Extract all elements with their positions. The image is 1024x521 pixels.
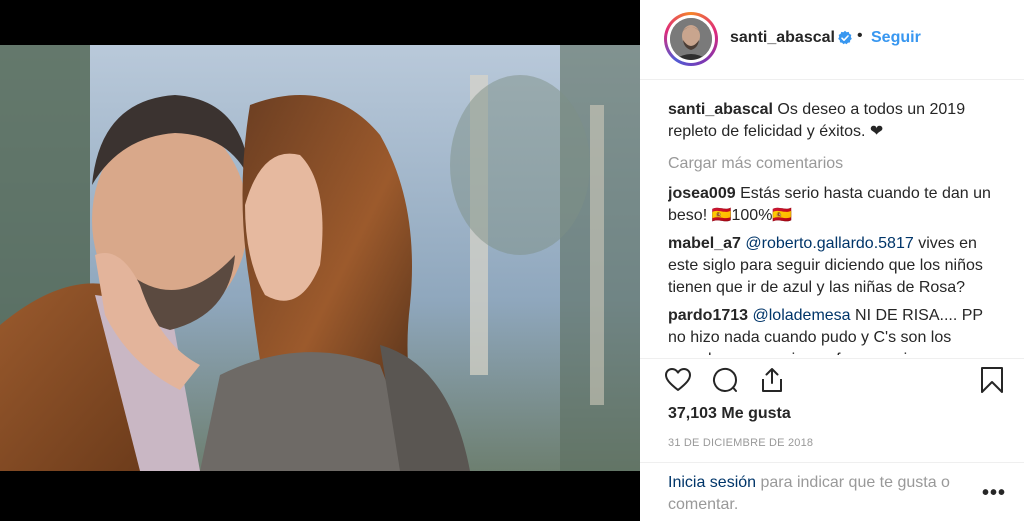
follow-button[interactable]: Seguir [871, 29, 921, 47]
comment-username[interactable]: pardo1713 [668, 307, 748, 324]
post-side-panel: santi_abascal • Seguir santi_abascal Os … [640, 0, 1024, 521]
bookmark-icon [981, 367, 1003, 393]
caption-username[interactable]: santi_abascal [668, 101, 773, 118]
save-button[interactable] [978, 366, 1010, 398]
login-prompt: Inicia sesión para indicar que te gusta … [668, 472, 968, 516]
verified-badge-icon [837, 30, 853, 46]
footer-divider [640, 462, 1024, 463]
login-link[interactable]: Inicia sesión [668, 474, 756, 491]
comment-mention[interactable]: @lolademesa [753, 307, 851, 324]
post-photo[interactable] [0, 45, 640, 471]
like-button[interactable] [664, 366, 696, 398]
heart-icon [665, 368, 691, 391]
avatar[interactable] [670, 18, 712, 60]
post-actions-bar [664, 366, 1010, 398]
more-options-button[interactable]: ••• [982, 482, 1006, 505]
load-more-comments-button[interactable]: Cargar más comentarios [668, 153, 1004, 175]
comment-item: josea009 Estás serio hasta cuando te dan… [668, 183, 1004, 227]
share-button[interactable] [758, 366, 790, 398]
comment-item: mabel_a7 @roberto.gallardo.5817 vives en… [668, 233, 1004, 299]
post-header: santi_abascal • Seguir [640, 0, 1024, 80]
post-photo-illustration [0, 45, 640, 471]
comments-list[interactable]: santi_abascal Os deseo a todos un 2019 r… [668, 99, 1004, 355]
comment-icon [713, 368, 738, 392]
avatar-image [670, 18, 712, 60]
likes-label: Me gusta [721, 405, 791, 422]
likes-summary[interactable]: 37,103 Me gusta [668, 405, 791, 423]
comment-username[interactable]: mabel_a7 [668, 235, 741, 252]
post-media-panel [0, 0, 640, 521]
avatar-frame [667, 15, 715, 63]
comment-mention[interactable]: @roberto.gallardo.5817 [745, 235, 913, 252]
comment-button[interactable] [711, 366, 743, 398]
post-date[interactable]: 31 DE DICIEMBRE DE 2018 [668, 437, 813, 449]
share-icon [762, 368, 782, 392]
header-separator-dot: • [857, 27, 863, 44]
post-author-username[interactable]: santi_abascal [730, 29, 835, 47]
likes-count: 37,103 [668, 405, 717, 422]
comment-username[interactable]: josea009 [668, 185, 736, 202]
avatar-story-ring[interactable] [664, 12, 718, 66]
post-caption: santi_abascal Os deseo a todos un 2019 r… [668, 99, 1004, 143]
comment-item: pardo1713 @lolademesa NI DE RISA.... PP … [668, 305, 1004, 355]
actions-divider [640, 358, 1024, 359]
